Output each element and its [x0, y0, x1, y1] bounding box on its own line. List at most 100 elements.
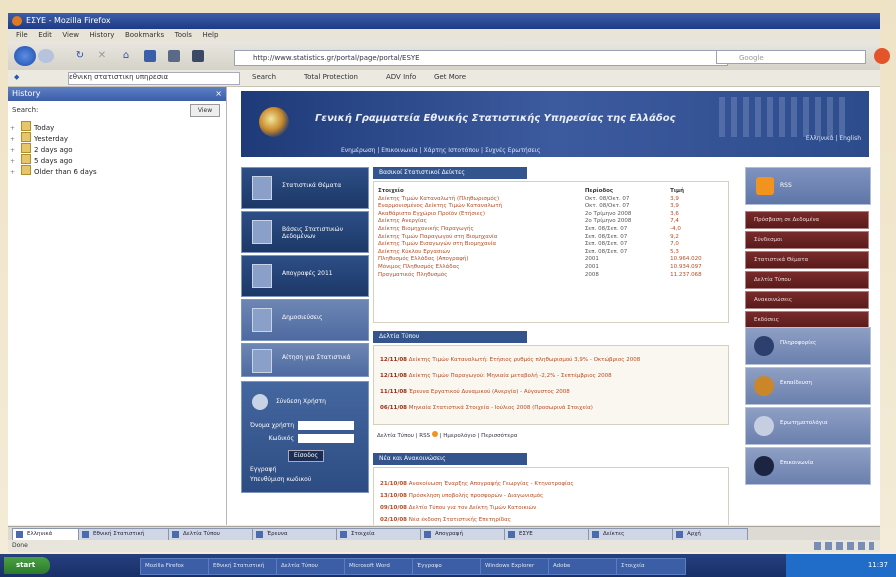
table-row[interactable]: Εναρμονισμένος Δείκτης Τιμών Καταναλωτή Ο…: [374, 203, 728, 211]
right-tile-contact[interactable]: Επικοινωνία: [745, 447, 871, 485]
nav-tile-request[interactable]: Αίτηση για Στατιστικά: [241, 343, 369, 377]
table-row[interactable]: Πληθυσμός Ελλάδας (Απογραφή) 2001 10.964.0…: [374, 256, 728, 264]
table-row[interactable]: Ακαθάριστο Εγχώριο Προϊόν (Ετήσιες) 2ο Τρ…: [374, 211, 728, 219]
history-item-2-days[interactable]: +2 days ago: [10, 143, 226, 154]
right-tile-education[interactable]: Εκπαίδευση: [745, 367, 871, 405]
news-item[interactable]: 12/11/08 Δείκτης Τιμών Παραγωγού: Μηνιαί…: [374, 368, 728, 384]
table-cell-item[interactable]: Δείκτης Τιμών Εισαγωγών στη Βιομηχανία: [374, 241, 581, 249]
menu-edit[interactable]: Edit: [38, 29, 52, 42]
news-item[interactable]: 11/11/08 Έρευνα Εργατικού Δυναμικού (Ανε…: [374, 384, 728, 400]
url-bar[interactable]: http://www.statistics.gr/portal/page/por…: [234, 50, 728, 66]
search-input[interactable]: Google: [716, 50, 866, 64]
taskbar-button[interactable]: Έγγραφο: [412, 558, 482, 575]
news-link-more[interactable]: Περισσότερα: [481, 433, 517, 439]
toolbar-search-select[interactable]: εθνικη στατιστικη υπηρεσια: [68, 72, 240, 85]
table-cell-value: 5,3: [670, 248, 679, 255]
back-button[interactable]: [14, 46, 36, 66]
top-links[interactable]: Ενημέρωση | Επικοινωνία | Χάρτης Ιστοτόπ…: [341, 147, 540, 154]
table-cell-item[interactable]: Μόνιμος Πληθυσμός Ελλάδας: [374, 264, 581, 272]
history-item-today[interactable]: + Today: [10, 121, 226, 132]
news-link-rss[interactable]: RSS: [419, 433, 430, 439]
table-cell-item[interactable]: Πληθυσμός Ελλάδας (Απογραφή): [374, 256, 581, 264]
close-icon[interactable]: ×: [215, 87, 222, 101]
nav-tile-publications[interactable]: Δημοσιεύσεις: [241, 299, 369, 341]
window-title-bar[interactable]: ΕΣΥΕ - Mozilla Firefox: [8, 13, 880, 29]
news-item[interactable]: 12/11/08 Δείκτης Τιμών Καταναλωτή: Ετήσι…: [374, 352, 728, 368]
announcement-item[interactable]: 09/10/08 Δελτίο Τύπου για τον Δείκτη Τιμ…: [374, 502, 728, 514]
table-cell-item[interactable]: Δείκτης Ανεργίας: [374, 218, 581, 226]
reload-icon[interactable]: ↻: [74, 50, 86, 62]
adv-info-button[interactable]: ADV Info: [386, 73, 416, 81]
announcement-text: Πρόσκληση υποβολής προσφορών - Διαγωνισμ…: [408, 493, 544, 499]
start-button[interactable]: start: [4, 557, 50, 574]
taskbar-button[interactable]: Microsoft Word: [344, 558, 414, 575]
username-field[interactable]: [298, 421, 354, 430]
menu-bookmarks[interactable]: Bookmarks: [125, 29, 164, 42]
history-item-5-days[interactable]: +5 days ago: [10, 154, 226, 165]
document-icon: [252, 308, 272, 332]
indicators-header: Βασικοί Στατιστικοί Δείκτες: [373, 167, 527, 179]
rss-tile[interactable]: RSS: [745, 167, 871, 205]
table-cell-value: 10.934.097: [670, 263, 702, 270]
status-icons: [814, 542, 874, 550]
table-cell-item[interactable]: Εναρμονισμένος Δείκτης Τιμών Καταναλωτή: [374, 203, 581, 211]
taskbar-button[interactable]: Adobe: [548, 558, 618, 575]
news-link-calendar[interactable]: Ημερολόγιο: [443, 433, 476, 439]
home-icon[interactable]: ⌂: [120, 50, 132, 62]
bookmark-icon[interactable]: [144, 50, 156, 62]
table-cell-item[interactable]: Δείκτης Βιομηχανικής Παραγωγής: [374, 226, 581, 234]
nav-tile-census[interactable]: Απογραφές 2011: [241, 255, 369, 297]
announcement-item[interactable]: 02/10/08 Νέα έκδοση Στατιστικής Επετηρίδ…: [374, 514, 728, 525]
table-row[interactable]: Μόνιμος Πληθυσμός Ελλάδας 2001 10.934.097: [374, 264, 728, 272]
taskbar-button[interactable]: Δελτία Τύπου: [276, 558, 346, 575]
table-row[interactable]: Πραγματικός Πληθυσμός 2008 11.237.068: [374, 272, 728, 280]
announcement-item[interactable]: 13/10/08 Πρόσκληση υποβολής προσφορών - …: [374, 490, 728, 502]
right-menu-item[interactable]: Σύνδεσμοι: [745, 231, 869, 249]
menu-view[interactable]: View: [62, 29, 79, 42]
taskbar-button[interactable]: Mozilla Firefox: [140, 558, 210, 575]
table-row[interactable]: Δείκτης Ανεργίας 2ο Τρίμηνο 2008 7,4: [374, 218, 728, 226]
stop-icon[interactable]: ✕: [96, 50, 108, 62]
menu-history[interactable]: History: [90, 29, 115, 42]
right-menu-item[interactable]: Πρόσβαση σε Δεδομένα: [745, 211, 869, 229]
nav-tile-databases[interactable]: Βάσεις Στατιστικών Δεδομένων: [241, 211, 369, 253]
table-row[interactable]: Δείκτης Βιομηχανικής Παραγωγής Σεπ. 08/Σε…: [374, 226, 728, 234]
right-menu-item[interactable]: Στατιστικά Θέματα: [745, 251, 869, 269]
menu-file[interactable]: File: [16, 29, 28, 42]
total-protection-button[interactable]: Total Protection: [304, 73, 358, 81]
announcement-date: 13/10/08: [380, 493, 407, 499]
announcement-item[interactable]: 21/10/08 Ανακοίνωση Έναρξης Απογραφής Γε…: [374, 478, 728, 490]
right-menu-item[interactable]: Δελτία Τύπου: [745, 271, 869, 289]
news-link-press[interactable]: Δελτία Τύπου: [377, 433, 414, 439]
menu-tools[interactable]: Tools: [175, 29, 192, 42]
history-item-yesterday[interactable]: + Yesterday: [10, 132, 226, 143]
toolbar-search-button[interactable]: Search: [252, 73, 276, 81]
login-button[interactable]: Είσοδος: [288, 450, 324, 462]
nav-tile-statistical-themes[interactable]: Στατιστικά Θέματα: [241, 167, 369, 209]
right-tile-questionnaires[interactable]: Ερωτηματολόγια: [745, 407, 871, 445]
table-row[interactable]: Δείκτης Τιμών Εισαγωγών στη Βιομηχανία Σε…: [374, 241, 728, 249]
news-item[interactable]: 06/11/08 Μηνιαία Στατιστικά Στοιχεία - Ι…: [374, 400, 728, 416]
forward-button[interactable]: [38, 49, 54, 63]
taskbar-button[interactable]: Εθνική Στατιστική: [208, 558, 278, 575]
history-item-older[interactable]: + Older than 6 days: [10, 165, 226, 176]
forgot-password-link[interactable]: Υπενθύμιση κωδικού: [250, 476, 311, 483]
register-link[interactable]: Εγγραφή: [250, 466, 276, 473]
get-more-button[interactable]: Get More: [434, 73, 466, 81]
taskbar-button[interactable]: Windows Explorer: [480, 558, 550, 575]
right-menu-item[interactable]: Ανακοινώσεις: [745, 291, 869, 309]
menu-help[interactable]: Help: [202, 29, 218, 42]
table-cell-value: 3,9: [670, 195, 679, 202]
announcement-text: Νέα έκδοση Στατιστικής Επετηρίδας: [408, 517, 511, 523]
save-icon[interactable]: [192, 50, 204, 62]
right-tile-info[interactable]: Πληροφορίες: [745, 327, 871, 365]
taskbar-button[interactable]: Στοιχεία: [616, 558, 686, 575]
addon-icon[interactable]: [874, 48, 890, 64]
table-cell-item[interactable]: Πραγματικός Πληθυσμός: [374, 272, 581, 280]
print-icon[interactable]: [168, 50, 180, 62]
login-title: Σύνδεση Χρήστη: [276, 398, 326, 405]
password-field[interactable]: [298, 434, 354, 443]
sidebar-view-button[interactable]: View: [190, 104, 220, 117]
language-links[interactable]: Ελληνικά | English: [806, 135, 861, 142]
login-box: Σύνδεση Χρήστη Όνομα χρήστη Κωδικός Είσο…: [241, 381, 369, 493]
